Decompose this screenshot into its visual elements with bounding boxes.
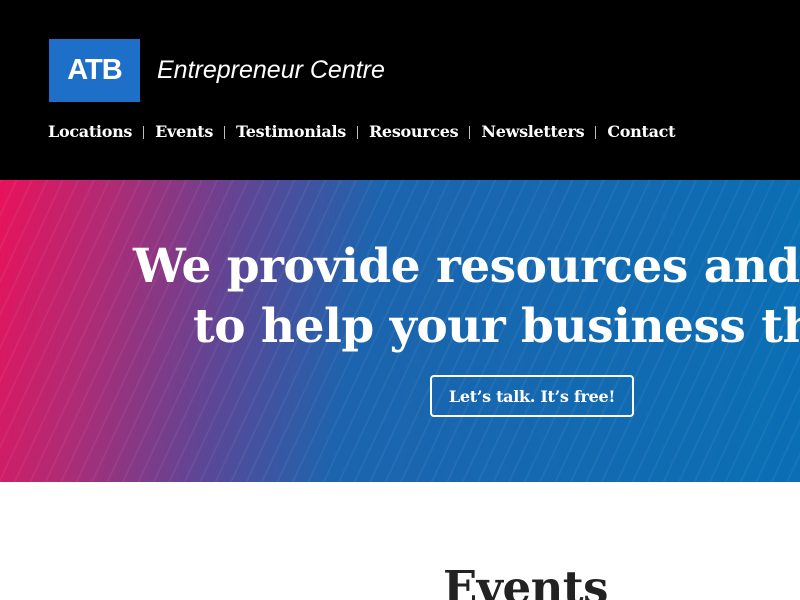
hero-banner: We provide resources and a to help your … xyxy=(0,180,800,482)
nav-locations[interactable]: Locations xyxy=(48,122,132,142)
site-header: ATB Entrepreneur Centre Locations Events… xyxy=(0,0,800,180)
events-heading: Events xyxy=(443,561,608,600)
nav-separator xyxy=(469,125,471,139)
atb-logo[interactable]: ATB xyxy=(49,39,140,102)
nav-testimonials[interactable]: Testimonials xyxy=(236,122,346,142)
hero-headline-line-2: to help your business thr xyxy=(193,299,800,354)
nav-separator xyxy=(356,125,358,139)
lets-talk-button[interactable]: Let’s talk. It’s free! xyxy=(430,375,634,417)
hero-headline-line-1: We provide resources and a xyxy=(133,239,800,294)
nav-contact[interactable]: Contact xyxy=(607,122,675,142)
nav-resources[interactable]: Resources xyxy=(369,122,459,142)
nav-separator xyxy=(143,125,145,139)
nav-separator xyxy=(595,125,597,139)
main-nav: Locations Events Testimonials Resources … xyxy=(48,122,675,142)
nav-events[interactable]: Events xyxy=(155,122,213,142)
nav-separator xyxy=(224,125,226,139)
logo-text: ATB xyxy=(67,54,122,86)
site-name[interactable]: Entrepreneur Centre xyxy=(157,58,385,83)
nav-newsletters[interactable]: Newsletters xyxy=(481,122,584,142)
